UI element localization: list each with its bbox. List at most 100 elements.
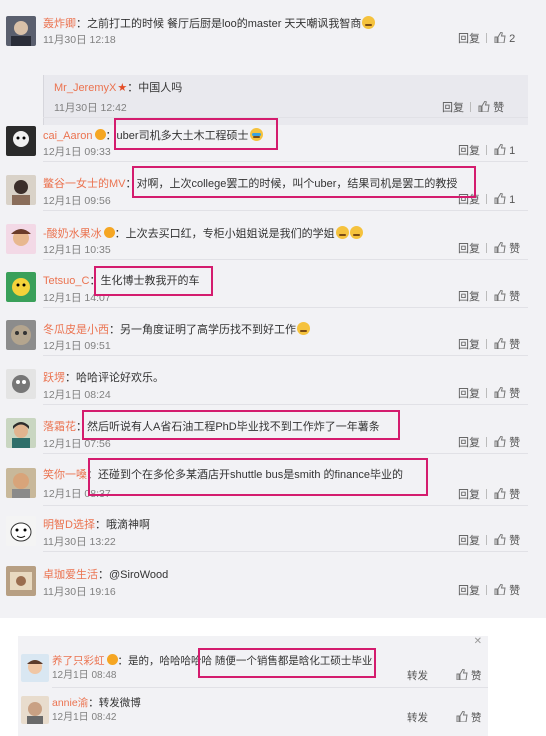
avatar[interactable]	[21, 654, 49, 682]
username-link[interactable]: 养了只彩虹	[52, 655, 105, 667]
timestamp: 12月1日 08:48	[52, 670, 117, 681]
avatar[interactable]	[6, 320, 36, 350]
like-button[interactable]: 赞	[484, 436, 520, 450]
reply-button[interactable]: 回复	[442, 99, 464, 115]
thumbs-up-icon	[494, 290, 506, 301]
username-link[interactable]: Mr_JeremyX	[54, 82, 116, 94]
forward-button[interactable]: 转发	[407, 669, 428, 683]
username-link[interactable]: cai_Aaron	[43, 130, 93, 142]
highlight-box	[132, 166, 476, 198]
comment-item: 冬瓜皮是小西：另一角度证明了高学历找不到好工作 12月1日 09:51 回复 赞	[0, 320, 546, 356]
like-count: 2	[509, 33, 516, 45]
like-count: 赞	[509, 535, 521, 547]
timestamp: 12月1日 10:35	[43, 244, 111, 256]
comment-text: 哦滴神啊	[105, 519, 150, 531]
highlight-box	[114, 118, 278, 150]
reply-button[interactable]: 回复	[458, 338, 480, 352]
username-link[interactable]: 跃塄	[43, 372, 65, 384]
thumbs-up-icon	[494, 534, 506, 545]
thumbs-up-icon	[456, 711, 468, 722]
comment-item: Tetsuo_C：生化博士教我开的车 12月1日 14:07 回复 赞	[0, 272, 546, 308]
username-link[interactable]: Tetsuo_C	[43, 275, 89, 287]
thumbs-up-icon	[494, 338, 506, 349]
avatar[interactable]	[6, 175, 36, 205]
timestamp: 11月30日 12:42	[54, 102, 127, 114]
username-link[interactable]: 明智D选择	[43, 519, 95, 531]
avatar[interactable]	[21, 696, 49, 724]
like-count: 赞	[509, 437, 521, 449]
avatar[interactable]	[6, 16, 36, 46]
reply-button[interactable]: 回复	[458, 32, 480, 46]
laugh-emoji-icon	[349, 226, 363, 239]
avatar[interactable]	[6, 418, 36, 448]
close-icon[interactable]: ✕	[474, 636, 482, 647]
like-button[interactable]: 赞	[484, 584, 520, 598]
like-count: 赞	[509, 489, 521, 501]
highlight-box	[82, 410, 400, 440]
username-link[interactable]: 卓珈爱生活	[43, 569, 98, 581]
reply-button[interactable]: 回复	[458, 584, 480, 598]
thumbs-up-icon	[478, 101, 490, 112]
highlight-box	[198, 648, 376, 678]
like-button[interactable]: 赞	[484, 242, 520, 256]
thumbs-up-icon	[494, 242, 506, 253]
thumbs-up-icon	[494, 193, 506, 204]
thumbs-up-icon	[494, 436, 506, 447]
like-button[interactable]: 赞	[484, 488, 520, 502]
timestamp: 12月1日 08:42	[52, 712, 117, 723]
reply-button[interactable]: 回复	[458, 387, 480, 401]
like-button[interactable]: 1	[484, 193, 515, 207]
vip-badge-icon	[94, 129, 106, 140]
like-button[interactable]: 2	[484, 32, 515, 46]
star-badge-icon: ★	[117, 82, 128, 94]
reply-button[interactable]: 回复	[458, 436, 480, 450]
avatar[interactable]	[6, 272, 36, 302]
avatar[interactable]	[6, 126, 36, 156]
username-link[interactable]: 落霜花	[43, 421, 76, 433]
like-count: 1	[509, 145, 516, 157]
thumbs-up-icon	[494, 387, 506, 398]
reply-button[interactable]: 回复	[458, 242, 480, 256]
reply-button[interactable]: 回复	[458, 290, 480, 304]
like-count: 赞	[509, 243, 521, 255]
highlight-box	[94, 266, 213, 296]
comment-text: 哈哈评论好欢乐。	[76, 372, 164, 384]
avatar[interactable]	[6, 516, 36, 546]
like-count: 赞	[509, 585, 521, 597]
like-button[interactable]: 1	[484, 144, 515, 158]
like-button[interactable]: 赞	[484, 387, 520, 401]
comment-text: 之前打工的时候 餐厅后厨是loo的master 天天嘲讽我智商	[87, 18, 362, 30]
like-button[interactable]: 赞	[456, 711, 482, 725]
username-link[interactable]: annie渝	[52, 697, 88, 709]
like-button[interactable]: 赞	[468, 99, 504, 115]
like-count: 赞	[493, 102, 505, 114]
reply-button[interactable]: 回复	[458, 534, 480, 548]
like-button[interactable]: 赞	[484, 534, 520, 548]
avatar[interactable]	[6, 468, 36, 498]
reply-button[interactable]: 回复	[458, 488, 480, 502]
like-button[interactable]: 赞	[484, 338, 520, 352]
comment-text: 另一角度证明了高学历找不到好工作	[120, 324, 296, 336]
avatar[interactable]	[6, 224, 36, 254]
comment-text: 中国人吗	[138, 82, 183, 94]
laugh-emoji-icon	[297, 322, 310, 335]
comment-item: 跃塄：哈哈评论好欢乐。 12月1日 08:24 回复 赞	[0, 369, 546, 405]
like-count: 赞	[509, 339, 521, 351]
comment-panel: 轰炸卿：之前打工的时候 餐厅后厨是loo的master 天天嘲讽我智商 11月3…	[0, 0, 546, 618]
like-button[interactable]: 赞	[484, 290, 520, 304]
comment-item: 卓珈爱生活：@SiroWood 11月30日 19:16 回复 赞	[0, 566, 546, 602]
timestamp: 11月30日 12:18	[43, 34, 116, 46]
like-count: 赞	[509, 388, 521, 400]
like-button[interactable]: 赞	[456, 669, 482, 683]
avatar[interactable]	[6, 369, 36, 399]
username-link[interactable]: 鳖谷一女士的MV	[43, 178, 126, 190]
username-link[interactable]: -酸奶水果冰	[43, 228, 102, 240]
laugh-emoji-icon	[335, 226, 349, 239]
username-link[interactable]: 笑你一嗓	[43, 469, 87, 481]
laugh-emoji-icon	[362, 16, 376, 29]
username-link[interactable]: 冬瓜皮是小西	[43, 324, 109, 336]
reply-button[interactable]: 回复	[458, 144, 480, 158]
username-link[interactable]: 轰炸卿	[43, 18, 76, 30]
forward-button[interactable]: 转发	[407, 711, 428, 725]
avatar[interactable]	[6, 566, 36, 596]
